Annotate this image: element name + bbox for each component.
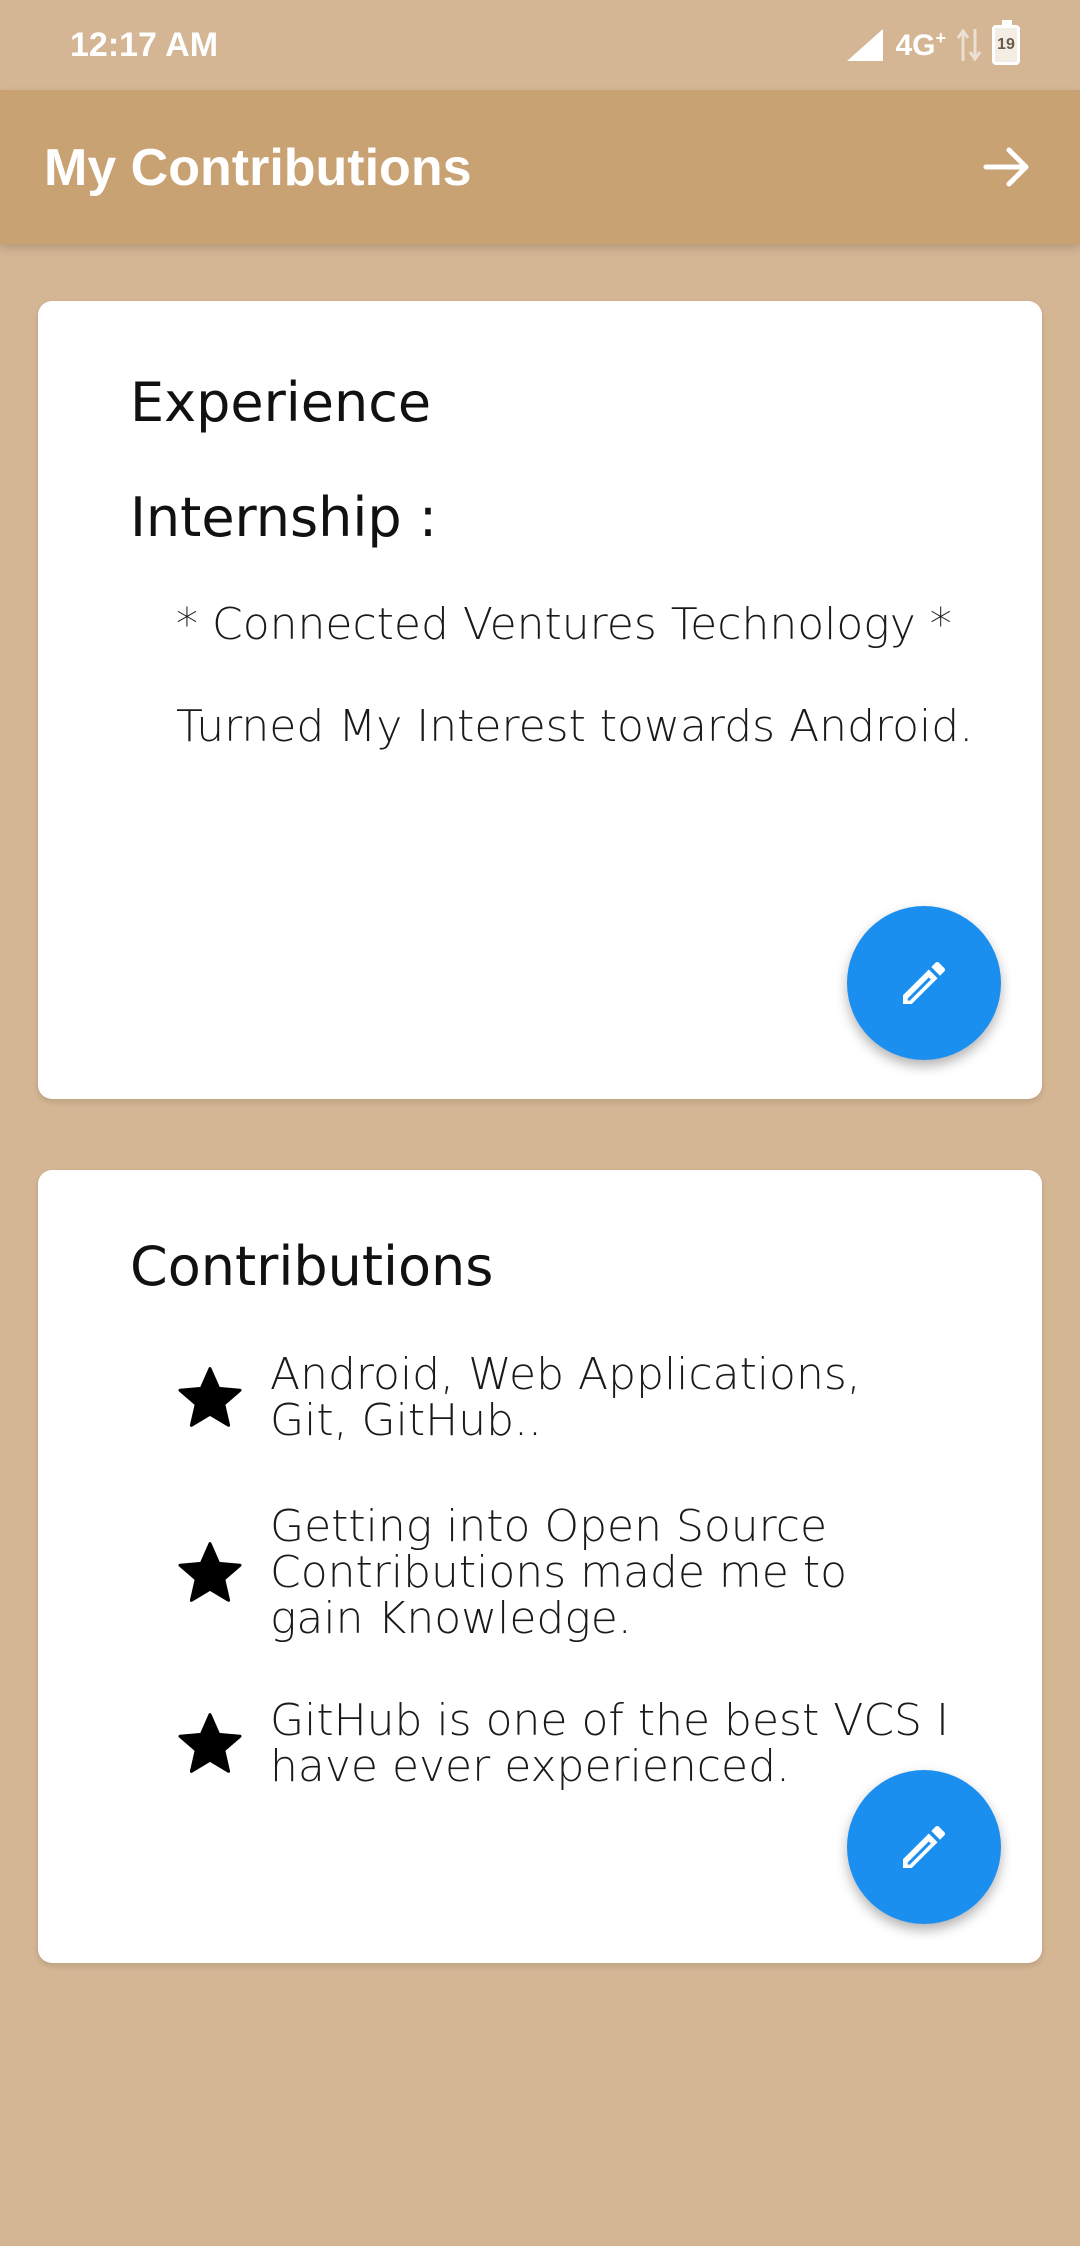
signal-icon [847,29,884,61]
pencil-icon [903,1825,946,1868]
battery-icon: 19 [992,20,1020,65]
star-icon [178,1367,242,1427]
status-time: 12:17 AM [70,26,219,64]
star-icon [178,1542,242,1602]
star-icon [178,1713,242,1773]
internship-label: Internship : [130,486,438,549]
status-bar: 12:17 AM 4G+ 19 [0,0,1080,90]
network-type: 4G+ [895,27,946,62]
forward-button[interactable] [974,134,1040,200]
contribution-text: Android, Web Applications, Git, GitHub.. [270,1349,861,1446]
app-bar: My Contributions [0,90,1080,244]
status-icons: 4G+ 19 [845,20,1020,68]
data-transfer-icon [956,28,982,62]
contribution-text: Getting into Open Source Contributions m… [270,1501,848,1644]
edit-contributions-button[interactable] [847,1770,1001,1924]
experience-heading: Experience [130,371,432,434]
arrow-forward-icon [983,147,1029,187]
company-name: * Connected Ventures Technology * [176,599,952,650]
contributions-heading: Contributions [130,1235,494,1298]
list-item: GitHub is one of the best VCS I have eve… [174,1698,974,1790]
experience-description: Turned My Interest towards Android. [176,701,974,752]
list-item: Getting into Open Source Contributions m… [174,1504,974,1642]
pencil-icon [903,961,946,1004]
contribution-text: GitHub is one of the best VCS I have eve… [270,1695,949,1792]
page-title: My Contributions [44,139,472,197]
battery-level: 19 [997,36,1015,53]
edit-experience-button[interactable] [847,906,1001,1060]
list-item: Android, Web Applications, Git, GitHub.. [174,1352,974,1444]
